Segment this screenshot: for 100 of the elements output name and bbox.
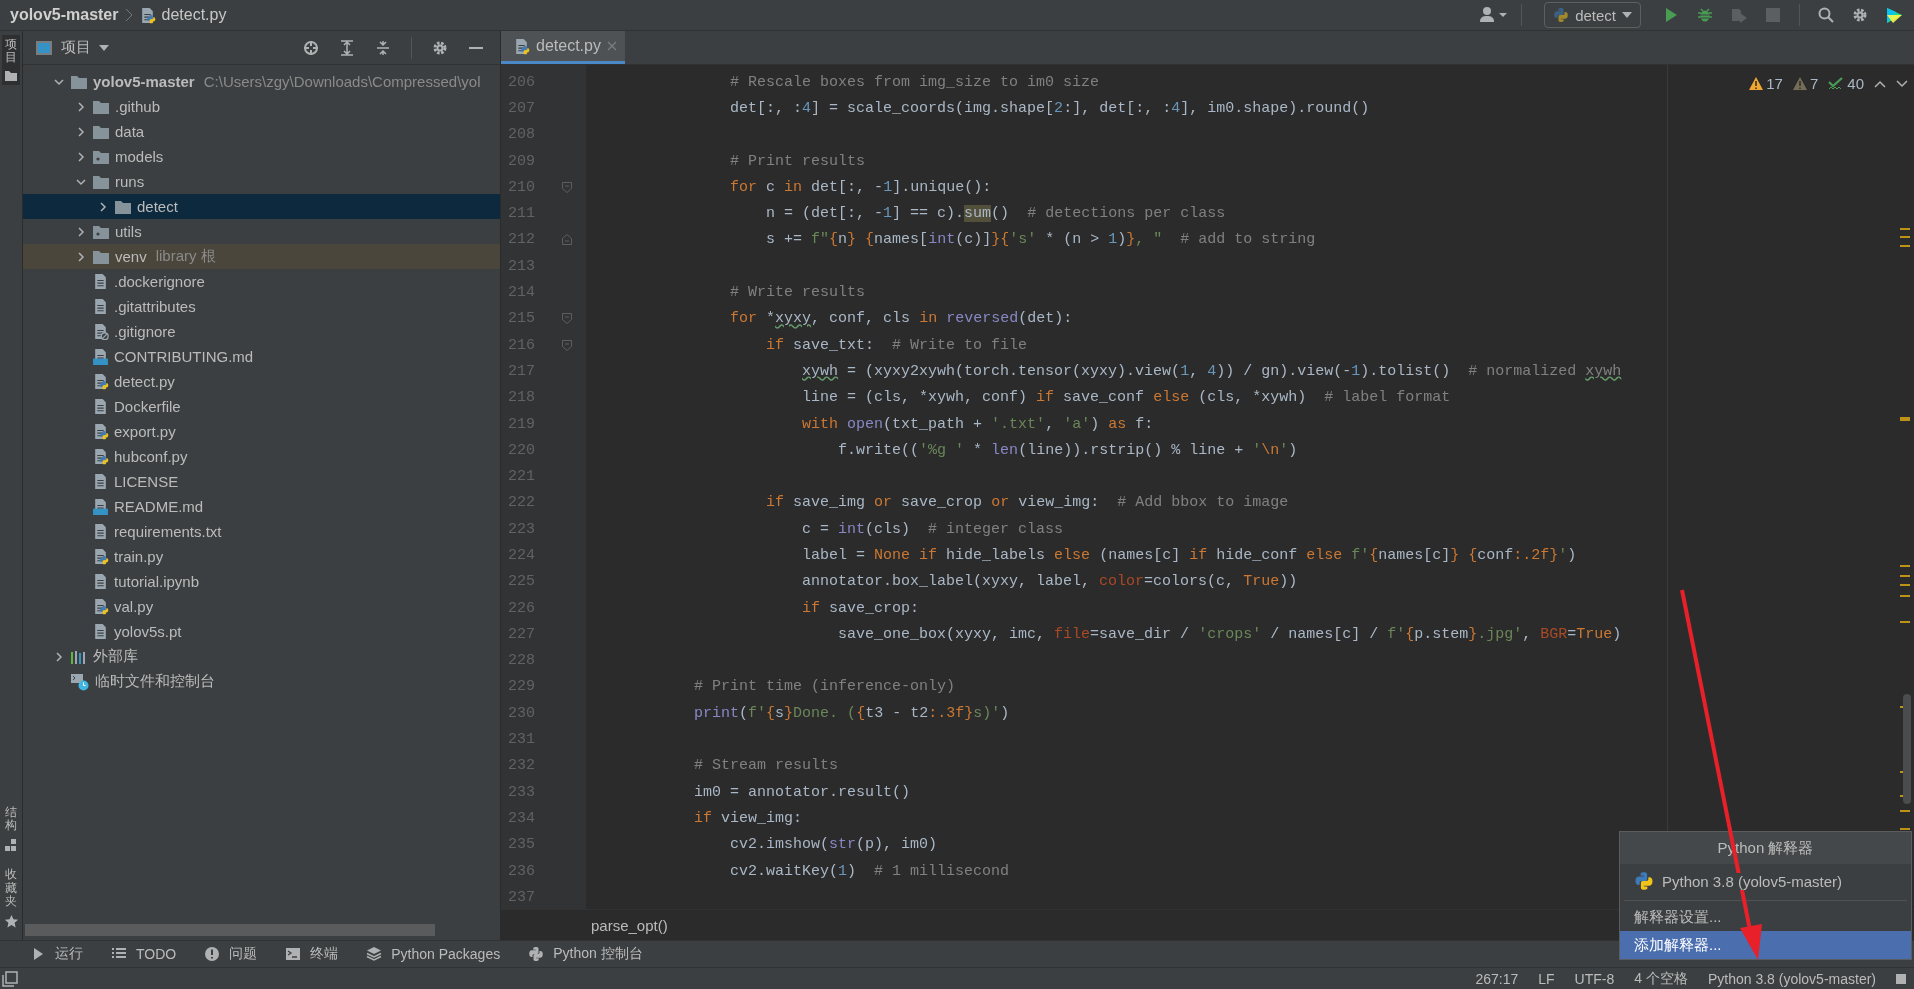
menu-item[interactable]: 添加解释器... — [1620, 931, 1911, 959]
tool-window-tab[interactable]: 项目 — [2, 35, 20, 86]
tree-item[interactable]: detect.py — [23, 369, 500, 394]
code-line: if save_crop: — [801, 599, 920, 617]
status-item[interactable]: Python 3.8 (yolov5-master) — [1707, 970, 1876, 987]
fold-icon[interactable] — [562, 234, 572, 246]
code-line: save_one_box(xyxy, imc, file=save_dir / 'crops' / names[c] / f'{p.stem}.jpg', BGR=True) — [837, 625, 1622, 643]
tool-window-button[interactable]: 终端 — [285, 945, 339, 963]
chevron-icon[interactable] — [75, 150, 87, 163]
panel-title[interactable]: 项目 — [61, 38, 91, 57]
scrollbar[interactable] — [25, 924, 435, 936]
user-icon[interactable] — [1479, 6, 1510, 24]
tree-item[interactable]: README.md — [23, 494, 500, 519]
tree-item[interactable]: LICENSE — [23, 469, 500, 494]
tree-item[interactable]: Dockerfile — [23, 394, 500, 419]
status-item[interactable]: UTF-8 — [1574, 970, 1615, 987]
tree-item[interactable]: runs — [23, 169, 500, 194]
python-file-icon — [92, 423, 109, 440]
file-name[interactable]: detect.py — [161, 6, 227, 24]
scrollbar-thumb[interactable] — [1903, 694, 1911, 804]
folder-icon — [4, 70, 18, 83]
tool-window-tab[interactable]: 结构 — [2, 803, 20, 856]
settings-icon[interactable] — [432, 39, 448, 56]
tree-item[interactable]: detect — [23, 194, 500, 219]
tree-item[interactable]: models — [23, 144, 500, 169]
star-icon — [3, 914, 19, 929]
settings-icon[interactable] — [1852, 7, 1868, 23]
chevron-icon[interactable] — [97, 200, 109, 213]
code-line: # Print results — [729, 152, 866, 170]
chevron-icon[interactable] — [75, 250, 87, 263]
tree-item[interactable]: val.py — [23, 594, 500, 619]
tree-item[interactable]: utils — [23, 219, 500, 244]
run-icon[interactable] — [1663, 7, 1679, 23]
fold-icon[interactable] — [562, 339, 572, 351]
chevron-icon[interactable] — [75, 125, 87, 138]
tree-item[interactable]: yolov5-master C:\Users\zgy\Downloads\Compressed\yol — [23, 69, 500, 94]
tree-item[interactable]: venv library 根 — [23, 244, 500, 269]
fold-icon[interactable] — [562, 181, 572, 193]
chevron-icon[interactable] — [75, 100, 87, 113]
chevron-icon — [124, 8, 133, 22]
locate-icon[interactable] — [303, 39, 319, 56]
tree-item[interactable]: requirements.txt — [23, 519, 500, 544]
menu-item[interactable]: Python 3.8 (yolov5-master) — [1620, 864, 1911, 898]
tool-window-button[interactable]: 运行 — [30, 945, 83, 963]
caret-up-icon[interactable] — [1874, 79, 1886, 88]
close-icon[interactable] — [606, 41, 617, 51]
inspection-count[interactable]: 17 — [1766, 75, 1783, 92]
status-item[interactable]: 267:17 — [1475, 970, 1519, 987]
tree-item[interactable]: train.py — [23, 544, 500, 569]
project-name[interactable]: yolov5-master — [10, 6, 119, 24]
code-line: line = (cls, *xywh, conf) if save_conf else (cls, *xywh) # label format — [801, 389, 1451, 407]
folder-icon — [70, 73, 88, 90]
tree-item[interactable]: .dockerignore — [23, 269, 500, 294]
status-item[interactable]: LF — [1538, 970, 1555, 987]
code-line: # Rescale boxes from img_size to im0 size — [729, 73, 1100, 91]
python-file-icon — [92, 598, 109, 615]
tree-item[interactable]: yolov5s.pt — [23, 619, 500, 644]
memory-indicator-icon[interactable] — [1896, 973, 1906, 984]
tool-window-button[interactable]: Python Packages — [366, 946, 501, 962]
collapse-all-icon[interactable] — [375, 39, 391, 56]
bug-icon[interactable] — [1697, 7, 1713, 23]
folder-icon — [92, 248, 110, 265]
caret-icon[interactable] — [99, 44, 109, 51]
inspection-count[interactable]: 40 — [1847, 75, 1864, 92]
folder-icon — [114, 198, 132, 215]
chevron-icon[interactable] — [53, 650, 65, 663]
tree-item[interactable]: data — [23, 119, 500, 144]
menu-item[interactable]: 解释器设置... — [1620, 903, 1911, 931]
tool-window-button[interactable]: 问题 — [204, 945, 258, 963]
breadcrumb[interactable]: parse_opt() — [591, 916, 668, 934]
tree-item[interactable]: .github — [23, 94, 500, 119]
run-config-dropdown[interactable]: detect — [1544, 2, 1641, 28]
editor-tab[interactable]: detect.py — [501, 31, 625, 64]
code-line: c = int(cls) # integer class — [801, 520, 1064, 538]
tool-window-button[interactable]: TODO — [111, 946, 177, 962]
status-item[interactable]: 4 个空格 — [1634, 969, 1688, 988]
search-icon[interactable] — [1818, 7, 1834, 23]
tree-item[interactable]: export.py — [23, 419, 500, 444]
chevron-icon[interactable] — [75, 225, 87, 238]
coverage-icon[interactable] — [1730, 7, 1748, 23]
tree-item[interactable]: .gitattributes — [23, 294, 500, 319]
file-icon — [92, 623, 109, 640]
app-logo-icon[interactable] — [1885, 6, 1903, 24]
file-icon — [92, 473, 109, 490]
tree-item[interactable]: hubconf.py — [23, 444, 500, 469]
fold-icon[interactable] — [562, 313, 572, 325]
path-hint: library 根 — [155, 247, 216, 266]
inspection-count[interactable]: 7 — [1809, 75, 1819, 92]
code-line: with open(txt_path + '.txt', 'a') as f: — [801, 415, 1154, 433]
code-line: print(f'{s}Done. ({t3 - t2:.3f}s)') — [693, 704, 1010, 722]
tree-item[interactable]: 临时文件和控制台 — [23, 669, 500, 694]
tool-window-tab[interactable]: 收藏夹 — [1, 865, 21, 932]
panel-toggle-icon[interactable] — [2, 970, 18, 987]
tree-item[interactable]: CONTRIBUTING.md — [23, 344, 500, 369]
tree-item[interactable]: .gitignore — [23, 319, 500, 344]
caret-down-icon[interactable] — [1896, 79, 1908, 88]
tool-window-button[interactable]: Python 控制台 — [528, 945, 643, 963]
tree-item[interactable]: tutorial.ipynb — [23, 569, 500, 594]
expand-all-icon[interactable] — [339, 39, 355, 56]
tree-item[interactable]: 外部库 — [23, 644, 500, 669]
